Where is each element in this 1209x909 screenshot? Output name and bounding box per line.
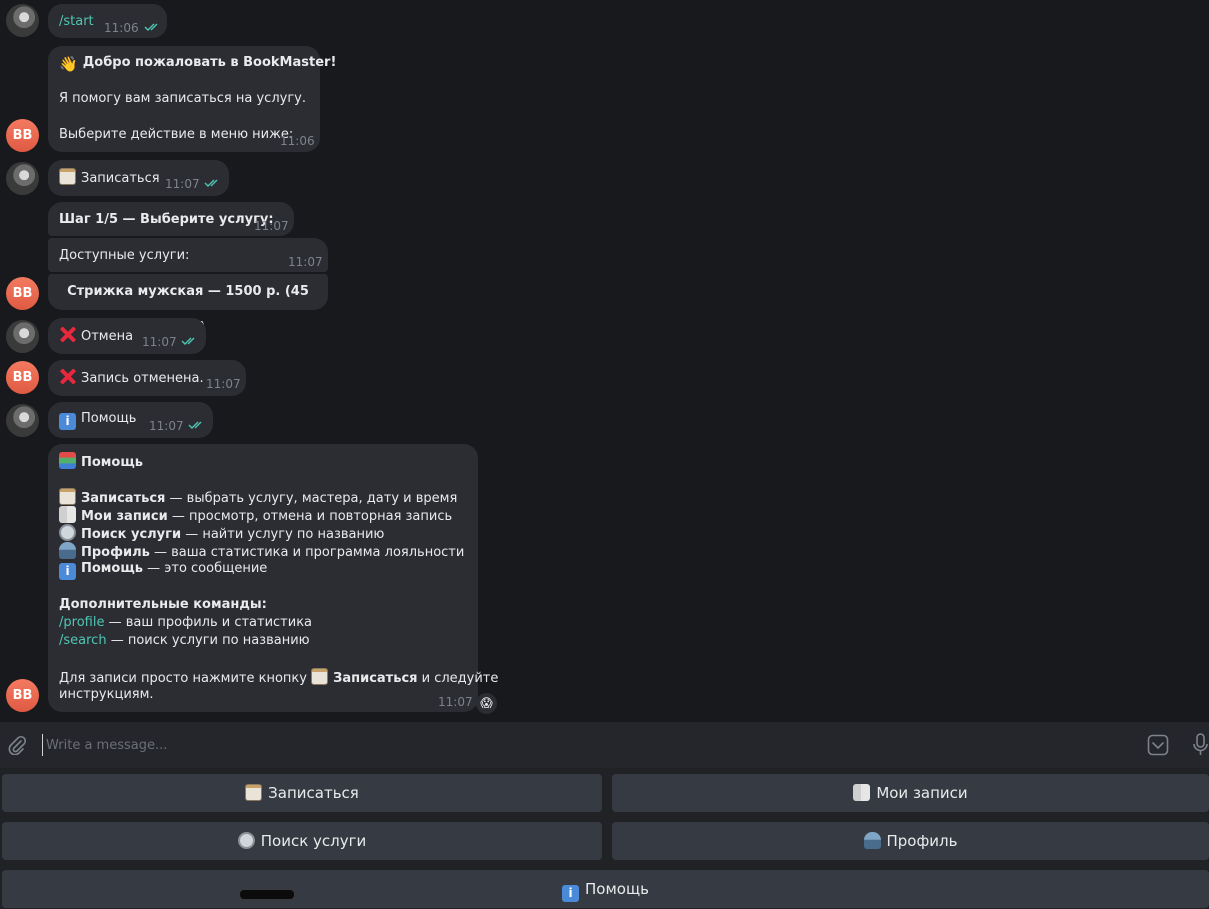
message-text: Отмена	[81, 329, 134, 344]
bot-avatar[interactable]: BB	[6, 679, 39, 712]
read-ticks-icon	[181, 337, 195, 345]
message-time: 11:07	[165, 177, 200, 191]
message-time: 11:07	[438, 695, 473, 709]
message-time: 11:07	[149, 419, 184, 433]
books-icon	[59, 452, 76, 469]
cross-icon	[59, 326, 76, 343]
user-avatar[interactable]	[6, 320, 39, 353]
message-composer	[0, 722, 1209, 768]
command-desc: — поиск услуги по названию	[106, 633, 310, 648]
clipboard-icon	[245, 784, 263, 801]
message-bubble[interactable]: 👋 Добро пожаловать в BookMaster! Я помогу…	[48, 46, 336, 152]
keyboard-book-button[interactable]: Записаться	[2, 774, 602, 812]
message-time: 11:06	[280, 134, 315, 148]
help-item-desc: — выбрать услугу, мастера, дату и время	[165, 491, 458, 506]
button-label: Поиск услуги	[260, 832, 367, 850]
help-item-name: Записаться	[81, 491, 166, 506]
read-ticks-icon	[188, 421, 202, 429]
chat-history[interactable]: /start 11:06 👋 Добро пожаловать в BookMas…	[0, 0, 1209, 722]
message-text[interactable]: /start	[59, 13, 94, 31]
user-icon	[59, 542, 76, 559]
message-input[interactable]	[42, 734, 1128, 756]
message-line: Выберите действие в меню ниже:	[59, 127, 294, 142]
message-time: 11:07	[288, 255, 323, 269]
paperclip-icon[interactable]	[7, 735, 27, 755]
keyboard-profile-button[interactable]: Профиль	[612, 822, 1209, 860]
message-line: Я помогу вам записаться на услугу.	[59, 91, 306, 106]
keyboard-help-button[interactable]: i Помощь	[2, 870, 1209, 908]
help-item-desc: — просмотр, отмена и повторная запись	[167, 509, 453, 524]
message-bubble[interactable]: Запись отменена. 11:07	[48, 360, 246, 396]
read-ticks-icon	[204, 179, 218, 187]
bot-avatar[interactable]: BB	[6, 277, 39, 310]
button-label: Помощь	[585, 880, 649, 898]
reaction-badge[interactable]: 😱	[476, 693, 497, 714]
bot-keyboard-icon[interactable]	[1147, 734, 1169, 756]
inline-service-button[interactable]: Стрижка мужская — 1500 р. (45 мин)	[48, 274, 328, 335]
magnifier-icon	[237, 832, 255, 849]
help-message-bubble[interactable]: Помощь Записаться — выбрать услугу, маст…	[48, 444, 498, 712]
button-label: Записаться	[268, 784, 359, 802]
message-bubble[interactable]: Шаг 1/5 — Выберите услугу: 11:07	[48, 202, 294, 236]
footer-bold: Записаться	[333, 671, 418, 686]
clipboard-icon	[59, 168, 76, 185]
message-time: 11:07	[206, 377, 241, 391]
clipboard-icon	[59, 488, 76, 505]
message-text: Шаг 1/5 — Выберите услугу:	[59, 212, 274, 227]
help-item-desc: — это сообщение	[142, 561, 268, 576]
help-item-name: Помощь	[81, 561, 143, 576]
open-book-icon	[59, 506, 76, 523]
clipboard-icon	[311, 668, 329, 685]
button-label: Мои записи	[876, 784, 968, 802]
keyboard-search-button[interactable]: Поиск услуги	[2, 822, 602, 860]
user-avatar[interactable]	[6, 404, 39, 437]
message-text: Записаться	[81, 171, 160, 186]
message-bubble[interactable]: Записаться 11:07	[48, 160, 229, 196]
search-command-link[interactable]: /search	[59, 633, 107, 648]
help-item-name: Поиск услуги	[81, 527, 182, 542]
help-title: Помощь	[81, 455, 143, 470]
message-bubble[interactable]: i Помощь 11:07	[48, 402, 213, 438]
magnifier-icon	[59, 524, 76, 541]
info-icon: i	[59, 413, 76, 430]
footer-text: и следуйте	[417, 671, 499, 686]
info-icon: i	[59, 563, 76, 580]
message-text: Доступные услуги:	[59, 248, 190, 263]
footer-text: Для записи просто нажмите кнопку	[59, 671, 312, 686]
help-item-desc: — найти услугу по названию	[181, 527, 385, 542]
bot-avatar[interactable]: BB	[6, 361, 39, 394]
bot-avatar[interactable]: BB	[6, 119, 39, 152]
microphone-icon[interactable]	[1192, 733, 1209, 757]
info-icon: i	[562, 885, 580, 902]
message-text: Помощь	[81, 411, 137, 426]
message-time: 11:07	[254, 219, 289, 233]
button-label: Профиль	[886, 832, 958, 850]
read-ticks-icon	[144, 23, 158, 31]
profile-command-link[interactable]: /profile	[59, 615, 104, 630]
message-text: Запись отменена.	[81, 371, 204, 386]
footer-text: инструкциям.	[59, 687, 154, 702]
message-title: Добро пожаловать в BookMaster!	[82, 55, 337, 70]
message-time: 11:07	[142, 335, 177, 349]
open-book-icon	[853, 784, 871, 801]
drag-handle[interactable]	[239, 889, 295, 900]
message-time: 11:06	[104, 21, 139, 35]
keyboard-my-bookings-button[interactable]: Мои записи	[612, 774, 1209, 812]
message-bubble[interactable]: Отмена 11:07	[48, 318, 206, 354]
user-avatar[interactable]	[6, 4, 39, 37]
extra-commands-title: Дополнительные команды:	[59, 597, 267, 612]
user-avatar[interactable]	[6, 162, 39, 195]
command-desc: — ваш профиль и статистика	[104, 615, 313, 630]
message-bubble[interactable]: Доступные услуги: 11:07	[48, 238, 328, 272]
help-item-desc: — ваша статистика и программа лояльности	[149, 545, 465, 560]
message-bubble[interactable]: /start 11:06	[48, 4, 167, 38]
user-icon	[863, 832, 881, 849]
help-item-name: Мои записи	[81, 509, 168, 524]
wave-icon: 👋	[59, 55, 78, 73]
cross-icon	[59, 368, 76, 385]
help-item-name: Профиль	[81, 545, 150, 560]
